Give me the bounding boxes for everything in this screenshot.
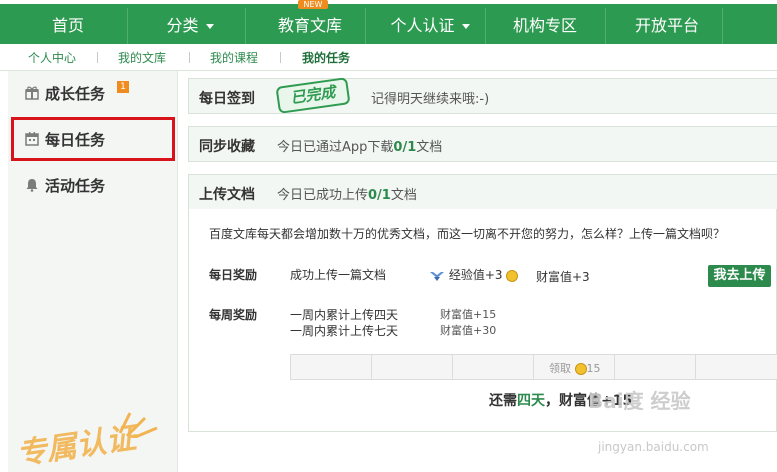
sub-navigation: 个人中心 我的文库 我的课程 我的任务: [0, 44, 777, 71]
card-header: 同步收藏 今日已通过App下载0/1文档: [189, 127, 777, 161]
checkin-card: 每日签到 已完成 记得明天继续来哦:-): [188, 77, 777, 114]
upload-msg-prefix: 今日已成功上传: [277, 188, 369, 203]
sidebar-item-activity-tasks[interactable]: 活动任务: [8, 163, 178, 207]
subnav-personal-center[interactable]: 个人中心: [28, 49, 76, 66]
progress-divider: [695, 355, 696, 379]
calendar-icon: [25, 132, 39, 146]
chevron-down-icon: [205, 24, 214, 29]
upload-message: 今日已成功上传0/1文档: [277, 184, 417, 203]
card-header: 每日签到 已完成 记得明天继续来哦:-): [189, 77, 777, 114]
sidebar-item-label: 活动任务: [45, 177, 106, 195]
sync-count: 0/1: [393, 140, 417, 155]
nav-institution-zone[interactable]: 机构专区: [490, 8, 600, 44]
nav-certification-label: 个人认证: [390, 16, 455, 35]
daily-exp-reward: 经验值+3: [429, 266, 519, 283]
weekly-task-1: 一周内累计上传四天: [290, 308, 399, 322]
coin-icon: [506, 269, 519, 282]
nav-home[interactable]: 首页: [20, 8, 116, 44]
sidebar-item-label: 每日任务: [45, 131, 106, 149]
nav-divider: [365, 8, 366, 44]
decorative-rays-icon: [118, 412, 158, 438]
baidu-jingyan-watermark: Bai度 经验: [588, 389, 691, 413]
completed-stamp: 已完成: [275, 77, 351, 114]
sync-msg-prefix: 今日已通过App下载: [277, 140, 394, 155]
need-prefix: 还需: [489, 393, 517, 409]
task-count-badge: 1: [117, 81, 129, 93]
watermark-url: jingyan.baidu.com: [598, 440, 709, 454]
nav-category-label: 分类: [166, 16, 199, 35]
nav-open-platform[interactable]: 开放平台: [612, 8, 722, 44]
weekly-task-2: 一周内累计上传七天: [290, 324, 399, 338]
sidebar-item-growth-tasks[interactable]: 成长任务 1: [8, 71, 178, 115]
upload-msg-suffix: 文档: [390, 188, 417, 203]
subnav-my-library[interactable]: 我的文库: [118, 49, 166, 66]
claim-amount: 15: [586, 362, 601, 375]
claim-label: 领取: [549, 362, 571, 375]
progress-divider: [452, 355, 453, 379]
sync-title: 同步收藏: [199, 139, 255, 155]
sync-card: 同步收藏 今日已通过App下载0/1文档: [188, 126, 777, 162]
checkin-message: 记得明天继续来哦:-): [371, 92, 490, 107]
progress-divider: [614, 355, 615, 379]
nav-divider: [485, 8, 486, 44]
need-days: 四天: [517, 393, 545, 409]
go-upload-button[interactable]: 我去上传: [708, 265, 771, 287]
nav-divider: [722, 8, 723, 44]
nav-education-library[interactable]: 教育文库: [255, 8, 365, 44]
weekly-reward-label: 每周奖励: [209, 308, 258, 322]
new-badge: NEW: [298, 0, 328, 9]
daily-reward-task: 成功上传一篇文档: [290, 268, 387, 282]
card-header: 上传文档 今日已成功上传0/1文档: [189, 175, 777, 209]
sync-msg-suffix: 文档: [416, 140, 443, 155]
nav-category[interactable]: 分类: [140, 8, 240, 44]
nav-divider: [605, 8, 606, 44]
daily-reward-label: 每日奖励: [209, 268, 258, 282]
experience-icon: [430, 271, 444, 281]
nav-personal-certification[interactable]: 个人认证: [375, 8, 485, 44]
sidebar-item-daily-tasks[interactable]: 每日任务: [8, 117, 178, 161]
subnav-divider: [97, 52, 98, 63]
weekly-progress-bar: 领取 15: [290, 354, 777, 380]
claim-reward[interactable]: 领取 15: [549, 360, 601, 376]
weekly-reward-2: 财富值+30: [440, 324, 497, 337]
upload-count: 0/1: [368, 188, 391, 203]
sidebar-item-label: 成长任务: [45, 85, 106, 103]
weekly-reward-1: 财富值+15: [440, 308, 497, 321]
checkin-title: 每日签到: [199, 91, 255, 107]
subnav-my-courses[interactable]: 我的课程: [210, 49, 258, 66]
coin-icon: [574, 363, 587, 375]
bell-icon: [25, 178, 39, 192]
nav-divider: [127, 8, 128, 44]
upload-title: 上传文档: [199, 187, 255, 203]
daily-exp-text: 经验值+3: [448, 268, 503, 282]
chevron-down-icon: [461, 24, 470, 29]
top-navigation: 首页 分类 教育文库 NEW 个人认证 机构专区 开放平台: [0, 0, 777, 44]
gift-icon: [25, 86, 39, 100]
upload-description: 百度文库每天都会增加数十万的优秀文档，而这一切离不开您的努力，怎么样？上传一篇文…: [209, 227, 726, 241]
nav-divider: [245, 8, 246, 44]
progress-divider: [533, 355, 534, 379]
sidebar: 成长任务 1 每日任务 活动任务 专属认证: [8, 71, 178, 472]
subnav-divider: [280, 52, 281, 63]
progress-divider: [371, 355, 372, 379]
subnav-my-tasks[interactable]: 我的任务: [302, 49, 350, 66]
subnav-divider: [189, 52, 190, 63]
daily-wealth-reward: 财富值+3: [536, 270, 590, 284]
sync-message: 今日已通过App下载0/1文档: [277, 136, 442, 155]
